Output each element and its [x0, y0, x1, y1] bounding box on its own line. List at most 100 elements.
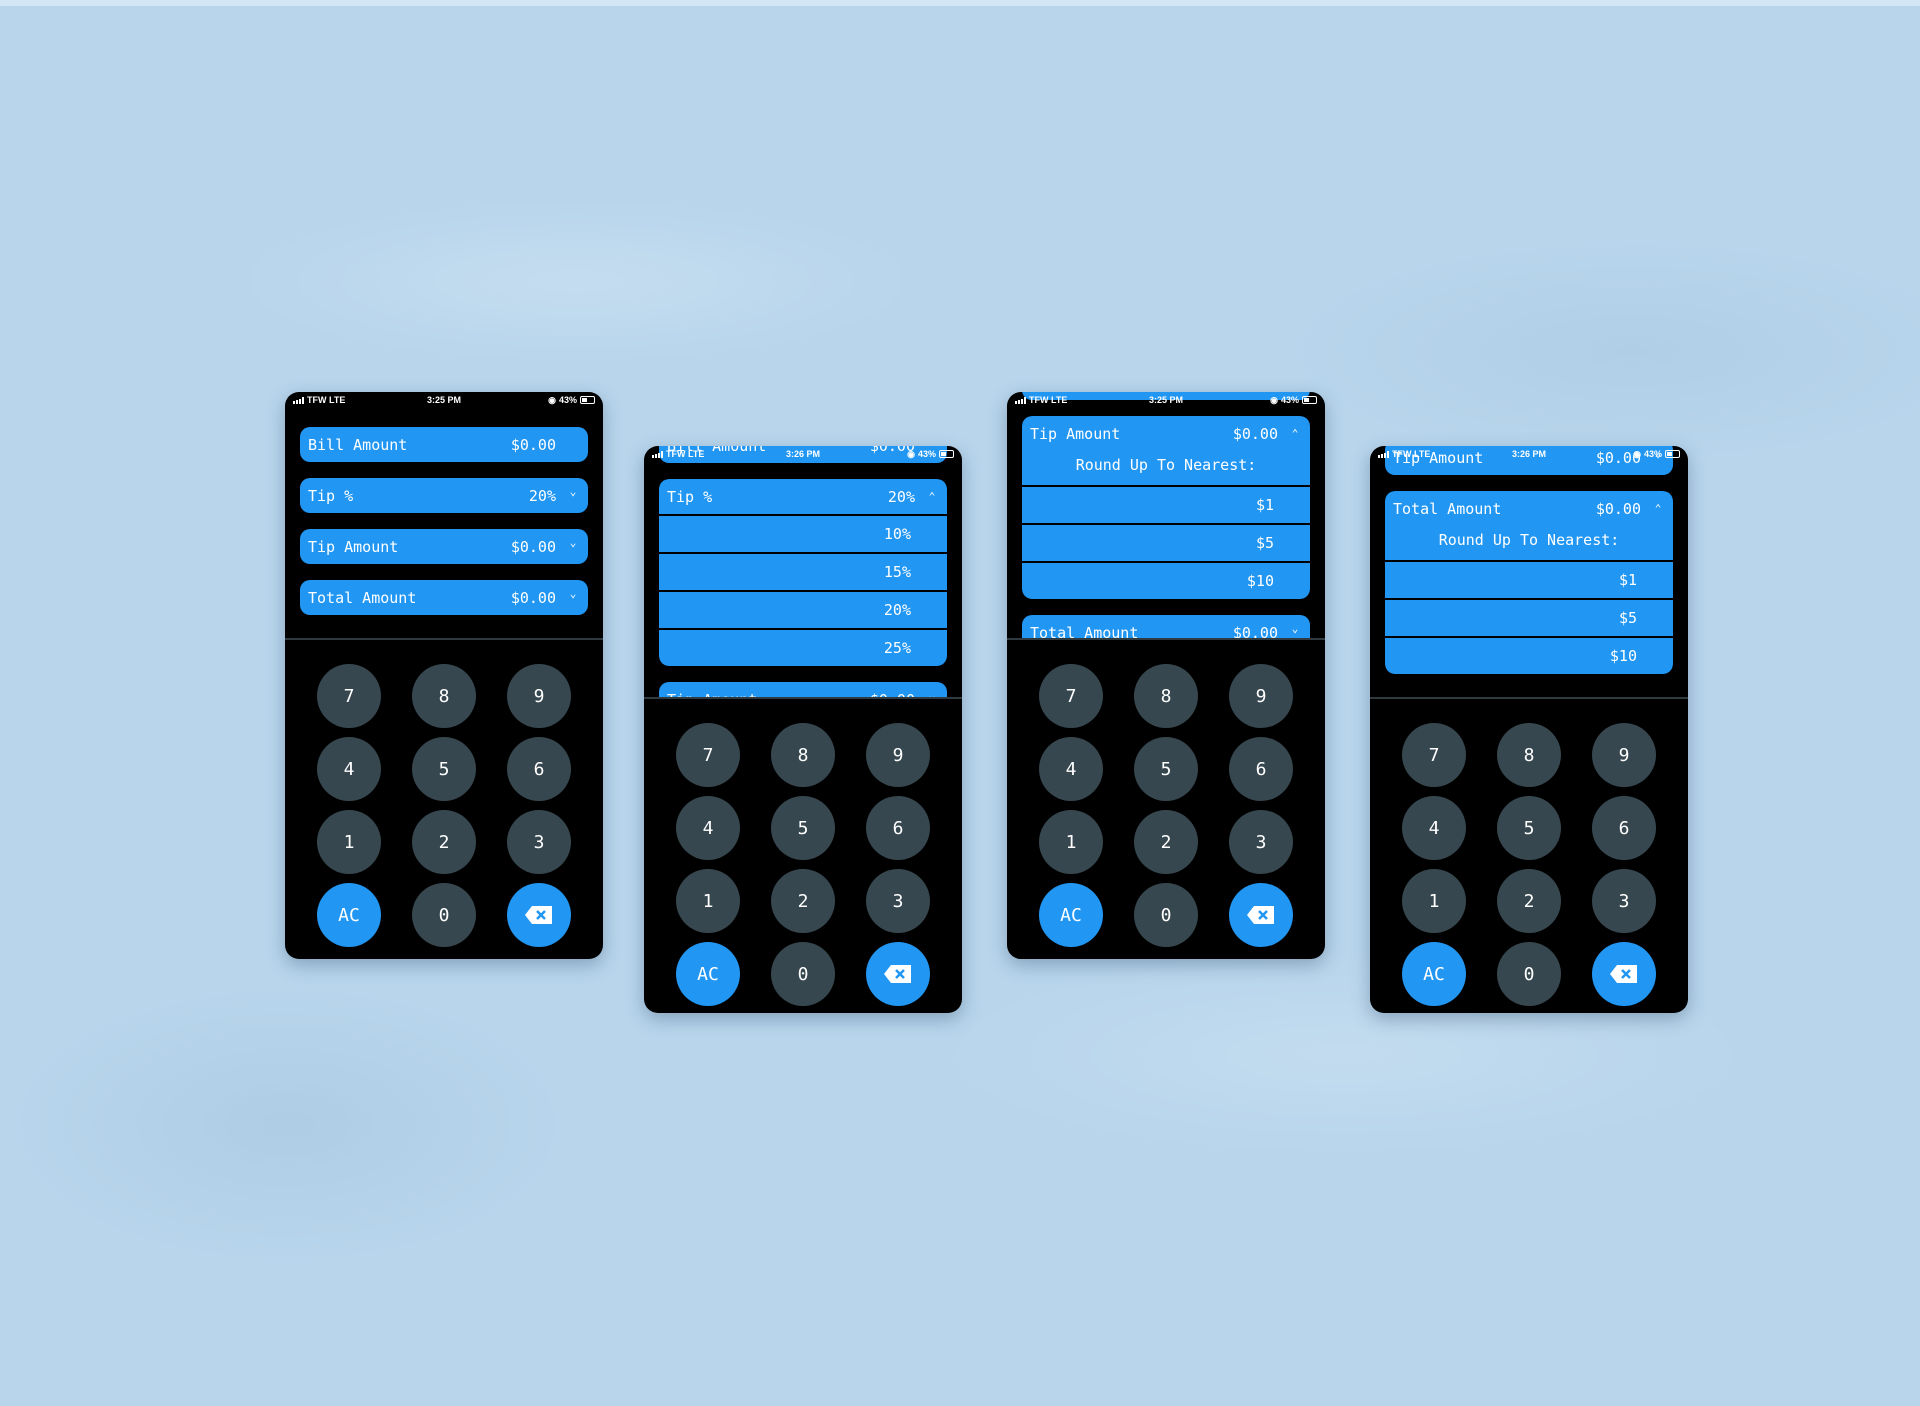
key-5[interactable]: 5 [771, 796, 835, 860]
key-0[interactable]: 0 [1497, 942, 1561, 1006]
chevron-up-icon[interactable]: ⌃ [1288, 427, 1302, 440]
tip-field[interactable]: Tip % 20% ⌄ [300, 478, 588, 513]
key-2[interactable]: 2 [771, 869, 835, 933]
key-0[interactable]: 0 [1134, 883, 1198, 947]
clear-button[interactable]: AC [676, 942, 740, 1006]
tip-header[interactable]: Tip % 20% ⌃ [659, 479, 947, 514]
clear-button[interactable]: AC [317, 883, 381, 947]
total-amount-header[interactable]: Total Amount $0.00 ⌄ [1022, 615, 1310, 638]
key-7[interactable]: 7 [676, 723, 740, 787]
backspace-button[interactable] [507, 883, 571, 947]
tip-amount-header[interactable]: Tip Amount$0.00⌄ [659, 682, 947, 697]
total-amount-field[interactable]: Total Amount $0.00 ⌄ [1022, 615, 1310, 638]
dropdown-option[interactable]: $5 [1022, 525, 1310, 561]
dropdown-option[interactable]: 15% [659, 554, 947, 590]
fields-panel: Bill Amount$0.00Tip %20%⌄Tip Amount$0.00… [1370, 446, 1688, 699]
key-8[interactable]: 8 [412, 664, 476, 728]
key-1[interactable]: 1 [317, 810, 381, 874]
key-1[interactable]: 1 [676, 869, 740, 933]
clear-button[interactable]: AC [1039, 883, 1103, 947]
key-8[interactable]: 8 [771, 723, 835, 787]
key-8[interactable]: 8 [1134, 664, 1198, 728]
key-0[interactable]: 0 [412, 883, 476, 947]
keypad: 7 8 9 4 5 6 1 2 3 AC 0 [1370, 699, 1688, 1006]
key-1[interactable]: 1 [1039, 810, 1103, 874]
battery-icon [939, 450, 955, 458]
key-9[interactable]: 9 [1592, 723, 1656, 787]
dropdown-option[interactable]: $5 [1385, 600, 1673, 636]
key-4[interactable]: 4 [317, 737, 381, 801]
key-9[interactable]: 9 [507, 664, 571, 728]
backspace-button[interactable] [1229, 883, 1293, 947]
field-label: Total Amount [1393, 499, 1502, 518]
bill-amount-header[interactable]: Bill Amount $0.00 [300, 427, 588, 462]
total-amount-header[interactable]: Total Amount $0.00 ⌄ [300, 580, 588, 615]
key-3[interactable]: 3 [507, 810, 571, 874]
chevron-up-icon[interactable]: ⌃ [925, 490, 939, 503]
keypad: 7 8 9 4 5 6 1 2 3 AC 0 [1007, 640, 1325, 947]
phone-screen: TFW LTE3:26 PM◉43%Bill Amount$0.00Tip %2… [644, 446, 962, 1013]
status-left: TFW LTE [652, 449, 753, 459]
tip-amount-header[interactable]: Tip Amount $0.00 ⌃ [1022, 416, 1310, 451]
key-3[interactable]: 3 [866, 869, 930, 933]
status-time: 3:25 PM [1149, 395, 1184, 405]
status-bar: TFW LTE 3:26 PM ◉ 43% [644, 446, 962, 462]
total-amount-header[interactable]: Total Amount $0.00 ⌃ [1385, 491, 1673, 526]
dropdown-option[interactable]: $10 [1385, 638, 1673, 674]
key-9[interactable]: 9 [866, 723, 930, 787]
tip-amount-header[interactable]: Tip Amount$0.00⌄ [300, 529, 588, 564]
backspace-icon [1247, 906, 1274, 924]
key-8[interactable]: 8 [1497, 723, 1561, 787]
dropdown-option[interactable]: 25% [659, 630, 947, 666]
dropdown-option[interactable]: $1 [1022, 487, 1310, 523]
clear-button[interactable]: AC [1402, 942, 1466, 1006]
key-3[interactable]: 3 [1592, 869, 1656, 933]
tip-amount-field[interactable]: Tip Amount$0.00⌄ [659, 682, 947, 697]
tip-amount-field[interactable]: Tip Amount$0.00⌄ [300, 529, 588, 564]
key-4[interactable]: 4 [676, 796, 740, 860]
tip-amount-field[interactable]: Tip Amount $0.00 ⌃ Round Up To Nearest: $1 $5… [1022, 416, 1310, 599]
key-2[interactable]: 2 [1497, 869, 1561, 933]
dropdown-option[interactable]: $10 [1022, 563, 1310, 599]
chevron-down-icon[interactable]: ⌄ [566, 587, 580, 600]
key-2[interactable]: 2 [412, 810, 476, 874]
chevron-down-icon[interactable]: ⌄ [566, 485, 580, 498]
key-0[interactable]: 0 [771, 942, 835, 1006]
key-5[interactable]: 5 [412, 737, 476, 801]
key-6[interactable]: 6 [507, 737, 571, 801]
backspace-button[interactable] [866, 942, 930, 1006]
dropdown-option[interactable]: $1 [1385, 562, 1673, 598]
status-left: TFW LTE [1015, 395, 1116, 405]
key-2[interactable]: 2 [1134, 810, 1198, 874]
key-6[interactable]: 6 [1229, 737, 1293, 801]
key-3[interactable]: 3 [1229, 810, 1293, 874]
total-amount-field[interactable]: Total Amount $0.00 ⌄ [300, 580, 588, 615]
dropdown-option[interactable]: 20% [659, 592, 947, 628]
key-4[interactable]: 4 [1402, 796, 1466, 860]
status-time: 3:26 PM [1512, 449, 1547, 459]
chevron-down-icon[interactable]: ⌄ [566, 536, 580, 549]
tip-header[interactable]: Tip % 20% ⌄ [300, 478, 588, 513]
key-7[interactable]: 7 [1402, 723, 1466, 787]
chevron-down-icon[interactable]: ⌄ [1288, 622, 1302, 635]
dropdown-option[interactable]: 10% [659, 516, 947, 552]
field-label: Total Amount [308, 588, 417, 607]
key-1[interactable]: 1 [1402, 869, 1466, 933]
key-9[interactable]: 9 [1229, 664, 1293, 728]
key-6[interactable]: 6 [1592, 796, 1656, 860]
key-7[interactable]: 7 [1039, 664, 1103, 728]
location-icon: ◉ [1270, 394, 1278, 405]
key-4[interactable]: 4 [1039, 737, 1103, 801]
chevron-down-icon[interactable]: ⌄ [925, 689, 939, 697]
tip-field[interactable]: Tip % 20% ⌃ 10% 15% 20% 25% [659, 479, 947, 666]
bill-amount-field[interactable]: Bill Amount $0.00 [300, 427, 588, 462]
key-6[interactable]: 6 [866, 796, 930, 860]
total-amount-field[interactable]: Total Amount $0.00 ⌃ Round Up To Nearest: $1… [1385, 491, 1673, 674]
chevron-up-icon[interactable]: ⌃ [1651, 502, 1665, 515]
backspace-button[interactable] [1592, 942, 1656, 1006]
key-5[interactable]: 5 [1497, 796, 1561, 860]
field-value: 20% [528, 486, 556, 505]
battery-percent: 43% [1281, 395, 1300, 405]
key-7[interactable]: 7 [317, 664, 381, 728]
key-5[interactable]: 5 [1134, 737, 1198, 801]
